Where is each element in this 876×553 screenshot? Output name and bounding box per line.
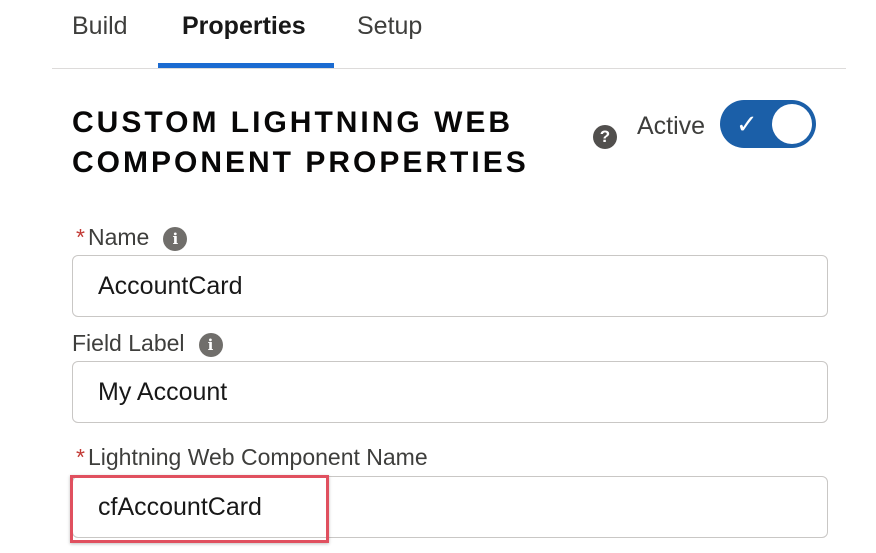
- field-label-input[interactable]: My Account: [72, 361, 828, 423]
- lwc-name-label-text: Lightning Web Component Name: [87, 444, 428, 470]
- active-tab-indicator: [158, 63, 334, 68]
- field-label-text: Field Label: [72, 330, 185, 356]
- tab-properties[interactable]: Properties: [182, 12, 306, 41]
- field-label-label: Field Label i: [72, 330, 223, 357]
- active-toggle-label: Active: [637, 112, 706, 140]
- tab-bar: Build Properties Setup: [52, 0, 846, 69]
- checkmark-icon: ✓: [736, 109, 758, 139]
- lwc-name-field-label: * Lightning Web Component Name: [76, 444, 428, 471]
- info-icon[interactable]: i: [163, 226, 188, 251]
- name-label-text: Name: [87, 224, 150, 250]
- name-input[interactable]: AccountCard: [72, 255, 828, 317]
- toggle-knob: [772, 104, 812, 144]
- name-field-label: * Name i: [76, 224, 188, 251]
- required-marker: *: [76, 444, 85, 470]
- info-icon[interactable]: i: [198, 332, 223, 357]
- section-title: CUSTOM LIGHTNING WEB COMPONENT PROPERTIE…: [72, 106, 529, 179]
- lwc-name-input[interactable]: cfAccountCard: [72, 476, 828, 538]
- required-marker: *: [76, 224, 85, 250]
- tab-build[interactable]: Build: [72, 12, 128, 41]
- tab-setup[interactable]: Setup: [357, 12, 422, 41]
- active-toggle[interactable]: ✓: [720, 100, 816, 148]
- help-icon[interactable]: ?: [593, 125, 617, 149]
